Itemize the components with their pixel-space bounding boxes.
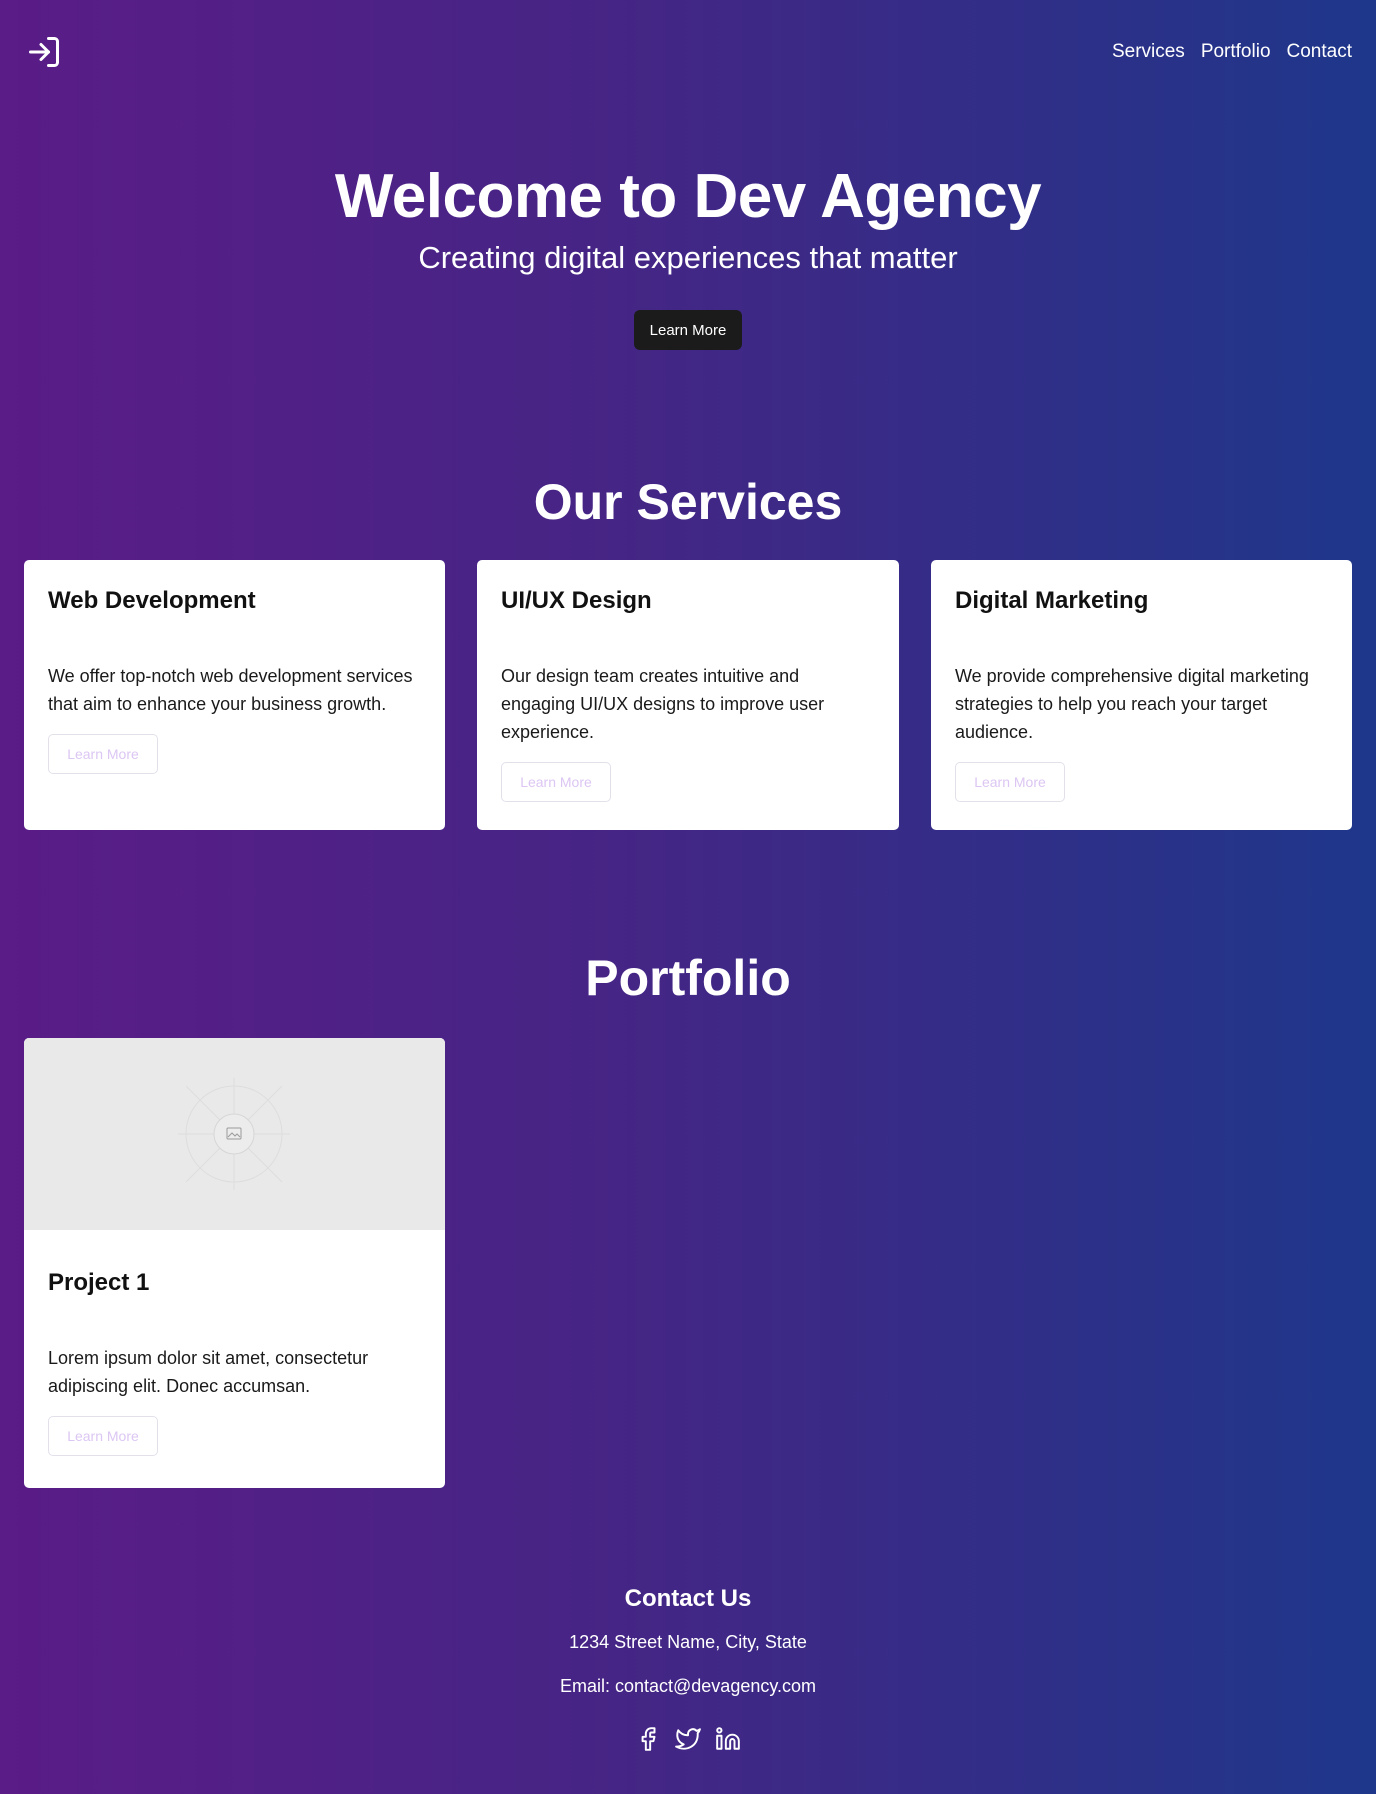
portfolio-title: Portfolio — [585, 950, 791, 1006]
contact-address: 1234 Street Name, City, State — [569, 1632, 807, 1652]
main-nav: Services Portfolio Contact — [1112, 40, 1352, 64]
service-card-web-development: Web Development We offer top-notch web d… — [24, 560, 445, 830]
contact-section: Contact Us 1234 Street Name, City, State… — [0, 1584, 1376, 1752]
service-learn-more-button[interactable]: Learn More — [955, 762, 1065, 802]
service-card-text: We provide comprehensive digital marketi… — [955, 666, 1309, 742]
contact-email: Email: contact@devagency.com — [559, 1676, 817, 1696]
image-placeholder-icon — [24, 1038, 445, 1230]
service-learn-more-button[interactable]: Learn More — [48, 734, 158, 774]
site-header: Services Portfolio Contact — [0, 0, 1376, 104]
linkedin-icon[interactable] — [715, 1726, 741, 1752]
portfolio-learn-more-button[interactable]: Learn More — [48, 1416, 158, 1456]
nav-link-contact[interactable]: Contact — [1287, 40, 1352, 64]
contact-title: Contact Us — [624, 1585, 752, 1612]
service-card-title: Web Development — [48, 587, 256, 614]
service-learn-more-button[interactable]: Learn More — [501, 762, 611, 802]
twitter-icon[interactable] — [675, 1726, 701, 1752]
service-card-title: UI/UX Design — [501, 587, 652, 614]
portfolio-card-text: Lorem ipsum dolor sit amet, consectetur … — [48, 1348, 369, 1396]
service-card-ui-ux-design: UI/UX Design Our design team creates int… — [477, 560, 899, 830]
service-card-text: We offer top-notch web development servi… — [48, 666, 413, 714]
hero-section: Welcome to Dev Agency Creating digital e… — [0, 160, 1376, 350]
facebook-icon[interactable] — [635, 1726, 661, 1752]
services-title: Our Services — [533, 474, 843, 530]
hero-learn-more-button[interactable]: Learn More — [634, 310, 742, 350]
nav-link-services[interactable]: Services — [1112, 40, 1185, 64]
portfolio-card-project-1: Project 1 Lorem ipsum dolor sit amet, co… — [24, 1038, 445, 1488]
service-card-digital-marketing: Digital Marketing We provide comprehensi… — [931, 560, 1352, 830]
login-arrow-icon[interactable] — [26, 34, 62, 70]
hero-title: Welcome to Dev Agency — [334, 162, 1042, 231]
hero-subtitle: Creating digital experiences that matter — [418, 240, 958, 275]
social-links — [0, 1726, 1376, 1752]
portfolio-card-title: Project 1 — [48, 1269, 150, 1296]
nav-link-portfolio[interactable]: Portfolio — [1201, 40, 1271, 64]
service-card-title: Digital Marketing — [955, 587, 1149, 614]
service-card-text: Our design team creates intuitive and en… — [501, 666, 825, 742]
